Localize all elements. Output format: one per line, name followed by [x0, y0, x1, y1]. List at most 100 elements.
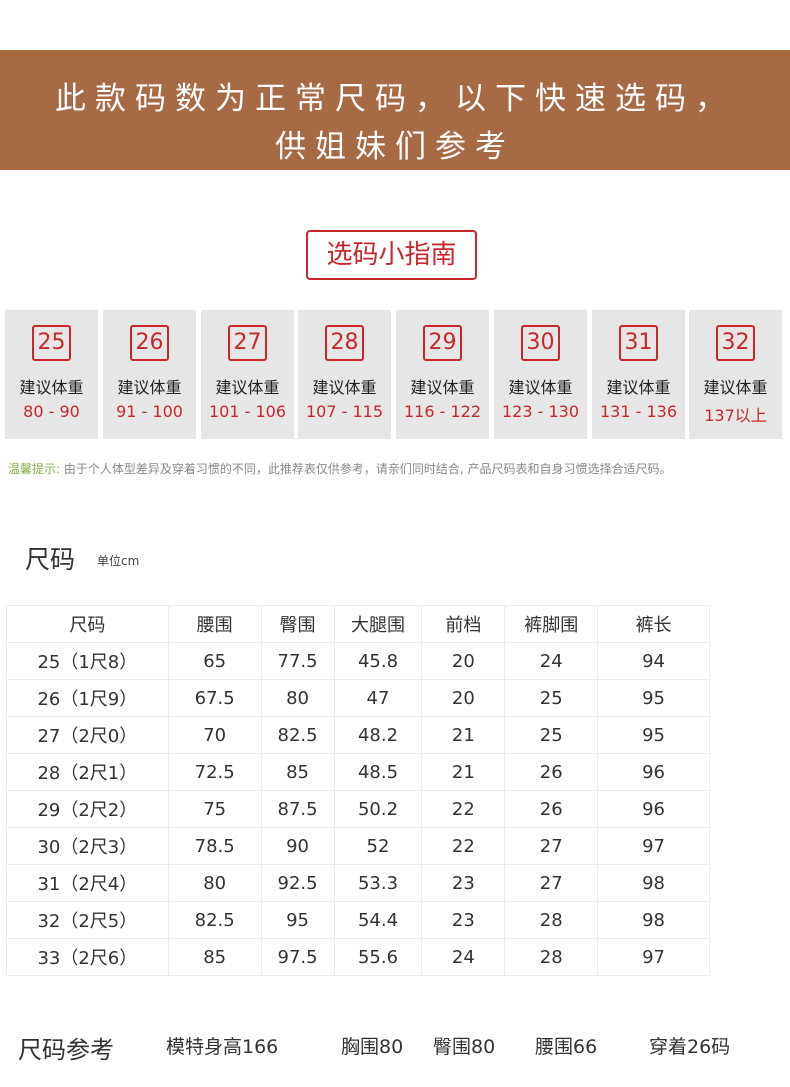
header-leg-opening: 裤脚围 [504, 605, 599, 643]
table-row: 33（2尺6） 85 97.5 55.6 24 28 97 [6, 938, 710, 976]
table-cell: 28 [504, 901, 599, 939]
size-number: 28 [325, 325, 364, 361]
table-cell: 26 [504, 790, 599, 828]
model-wearing-size: 穿着26码 [649, 1036, 731, 1058]
table-row: 27（2尺0） 70 82.5 48.2 21 25 95 [6, 716, 710, 754]
table-cell: 87.5 [260, 790, 335, 828]
size-card: 29 建议体重 116 - 122 [396, 310, 489, 439]
header-length: 裤长 [597, 605, 710, 643]
table-cell: 97.5 [260, 938, 335, 976]
weight-label: 建议体重 [703, 378, 768, 397]
table-cell: 78.5 [167, 827, 262, 865]
table-cell: 85 [260, 753, 335, 791]
intro-banner: 此款码数为正常尺码，以下快速选码， 供姐妹们参考 [0, 50, 790, 170]
banner-line-1: 此款码数为正常尺码，以下快速选码， [55, 81, 735, 117]
size-card: 32 建议体重 137以上 [689, 310, 782, 439]
model-chest: 胸围80 [341, 1036, 404, 1058]
weight-range: 137以上 [704, 406, 767, 425]
table-cell: 85 [167, 938, 262, 976]
table-cell: 21 [421, 753, 506, 791]
header-hip: 臀围 [260, 605, 335, 643]
weight-range: 80 - 90 [23, 402, 80, 421]
table-cell: 98 [597, 901, 710, 939]
table-cell: 48.2 [333, 716, 423, 754]
header-waist: 腰围 [167, 605, 262, 643]
table-row: 29（2尺2） 75 87.5 50.2 22 26 96 [6, 790, 710, 828]
table-cell: 55.6 [333, 938, 423, 976]
model-height: 模特身高166 [166, 1036, 279, 1058]
table-row: 28（2尺1） 72.5 85 48.5 21 26 96 [6, 753, 710, 791]
table-cell: 25 [504, 679, 599, 717]
table-cell: 48.5 [333, 753, 423, 791]
weight-label: 建议体重 [215, 378, 280, 397]
weight-range: 91 - 100 [116, 402, 183, 421]
table-cell: 47 [333, 679, 423, 717]
size-weight-cards: 25 建议体重 80 - 90 26 建议体重 91 - 100 27 建议体重… [5, 310, 785, 439]
measure-unit: 单位cm [97, 554, 140, 568]
table-cell: 65 [167, 642, 262, 680]
table-cell: 96 [597, 790, 710, 828]
size-guide-title: 选码小指南 [306, 230, 477, 280]
table-cell: 30（2尺3） [6, 827, 169, 865]
reference-title: 尺码参考 [18, 1036, 114, 1064]
table-cell: 26 [504, 753, 599, 791]
table-row: 30（2尺3） 78.5 90 52 22 27 97 [6, 827, 710, 865]
table-cell: 31（2尺4） [6, 864, 169, 902]
size-number: 30 [521, 325, 560, 361]
table-cell: 96 [597, 753, 710, 791]
table-cell: 24 [421, 938, 506, 976]
size-card: 31 建议体重 131 - 136 [592, 310, 685, 439]
table-cell: 72.5 [167, 753, 262, 791]
table-cell: 82.5 [167, 901, 262, 939]
size-card: 30 建议体重 123 - 130 [494, 310, 587, 439]
model-waist: 腰围66 [535, 1036, 598, 1058]
table-cell: 27 [504, 864, 599, 902]
table-row: 31（2尺4） 80 92.5 53.3 23 27 98 [6, 864, 710, 902]
table-cell: 23 [421, 864, 506, 902]
banner-line-2: 供姐妹们参考 [275, 129, 515, 165]
weight-range: 131 - 136 [599, 402, 678, 421]
tip-label: 温馨提示: [8, 462, 61, 476]
table-cell: 20 [421, 679, 506, 717]
header-thigh: 大腿围 [333, 605, 423, 643]
table-cell: 90 [260, 827, 335, 865]
size-chart-table: 尺码 腰围 臀围 大腿围 前档 裤脚围 裤长 25（1尺8） 65 77.5 4… [6, 605, 710, 976]
size-card: 26 建议体重 91 - 100 [103, 310, 196, 439]
table-cell: 97 [597, 827, 710, 865]
table-cell: 94 [597, 642, 710, 680]
table-cell: 98 [597, 864, 710, 902]
table-cell: 53.3 [333, 864, 423, 902]
weight-range: 116 - 122 [403, 402, 482, 421]
table-cell: 27 [504, 827, 599, 865]
tip-text: 由于个人体型差异及穿着习惯的不同，此推荐表仅供参考，请亲们同时结合, 产品尺码表… [60, 462, 672, 476]
table-cell: 29（2尺2） [6, 790, 169, 828]
size-number: 25 [32, 325, 71, 361]
weight-label: 建议体重 [606, 378, 671, 397]
table-cell: 45.8 [333, 642, 423, 680]
weight-label: 建议体重 [410, 378, 475, 397]
table-cell: 22 [421, 790, 506, 828]
measure-section-title: 尺码 [25, 545, 76, 574]
table-cell: 54.4 [333, 901, 423, 939]
table-cell: 26（1尺9） [6, 679, 169, 717]
table-cell: 24 [504, 642, 599, 680]
header-front-rise: 前档 [421, 605, 506, 643]
table-cell: 25（1尺8） [6, 642, 169, 680]
weight-range: 123 - 130 [501, 402, 580, 421]
header-size: 尺码 [6, 605, 169, 643]
table-cell: 80 [260, 679, 335, 717]
table-header-row: 尺码 腰围 臀围 大腿围 前档 裤脚围 裤长 [6, 605, 710, 643]
table-cell: 97 [597, 938, 710, 976]
table-cell: 32（2尺5） [6, 901, 169, 939]
table-cell: 95 [597, 716, 710, 754]
size-card: 25 建议体重 80 - 90 [5, 310, 98, 439]
weight-label: 建议体重 [19, 378, 84, 397]
table-cell: 52 [333, 827, 423, 865]
table-cell: 95 [260, 901, 335, 939]
table-cell: 25 [504, 716, 599, 754]
table-row: 25（1尺8） 65 77.5 45.8 20 24 94 [6, 642, 710, 680]
size-number: 31 [619, 325, 658, 361]
size-number: 32 [716, 325, 755, 361]
table-cell: 92.5 [260, 864, 335, 902]
size-card: 28 建议体重 107 - 115 [298, 310, 391, 439]
